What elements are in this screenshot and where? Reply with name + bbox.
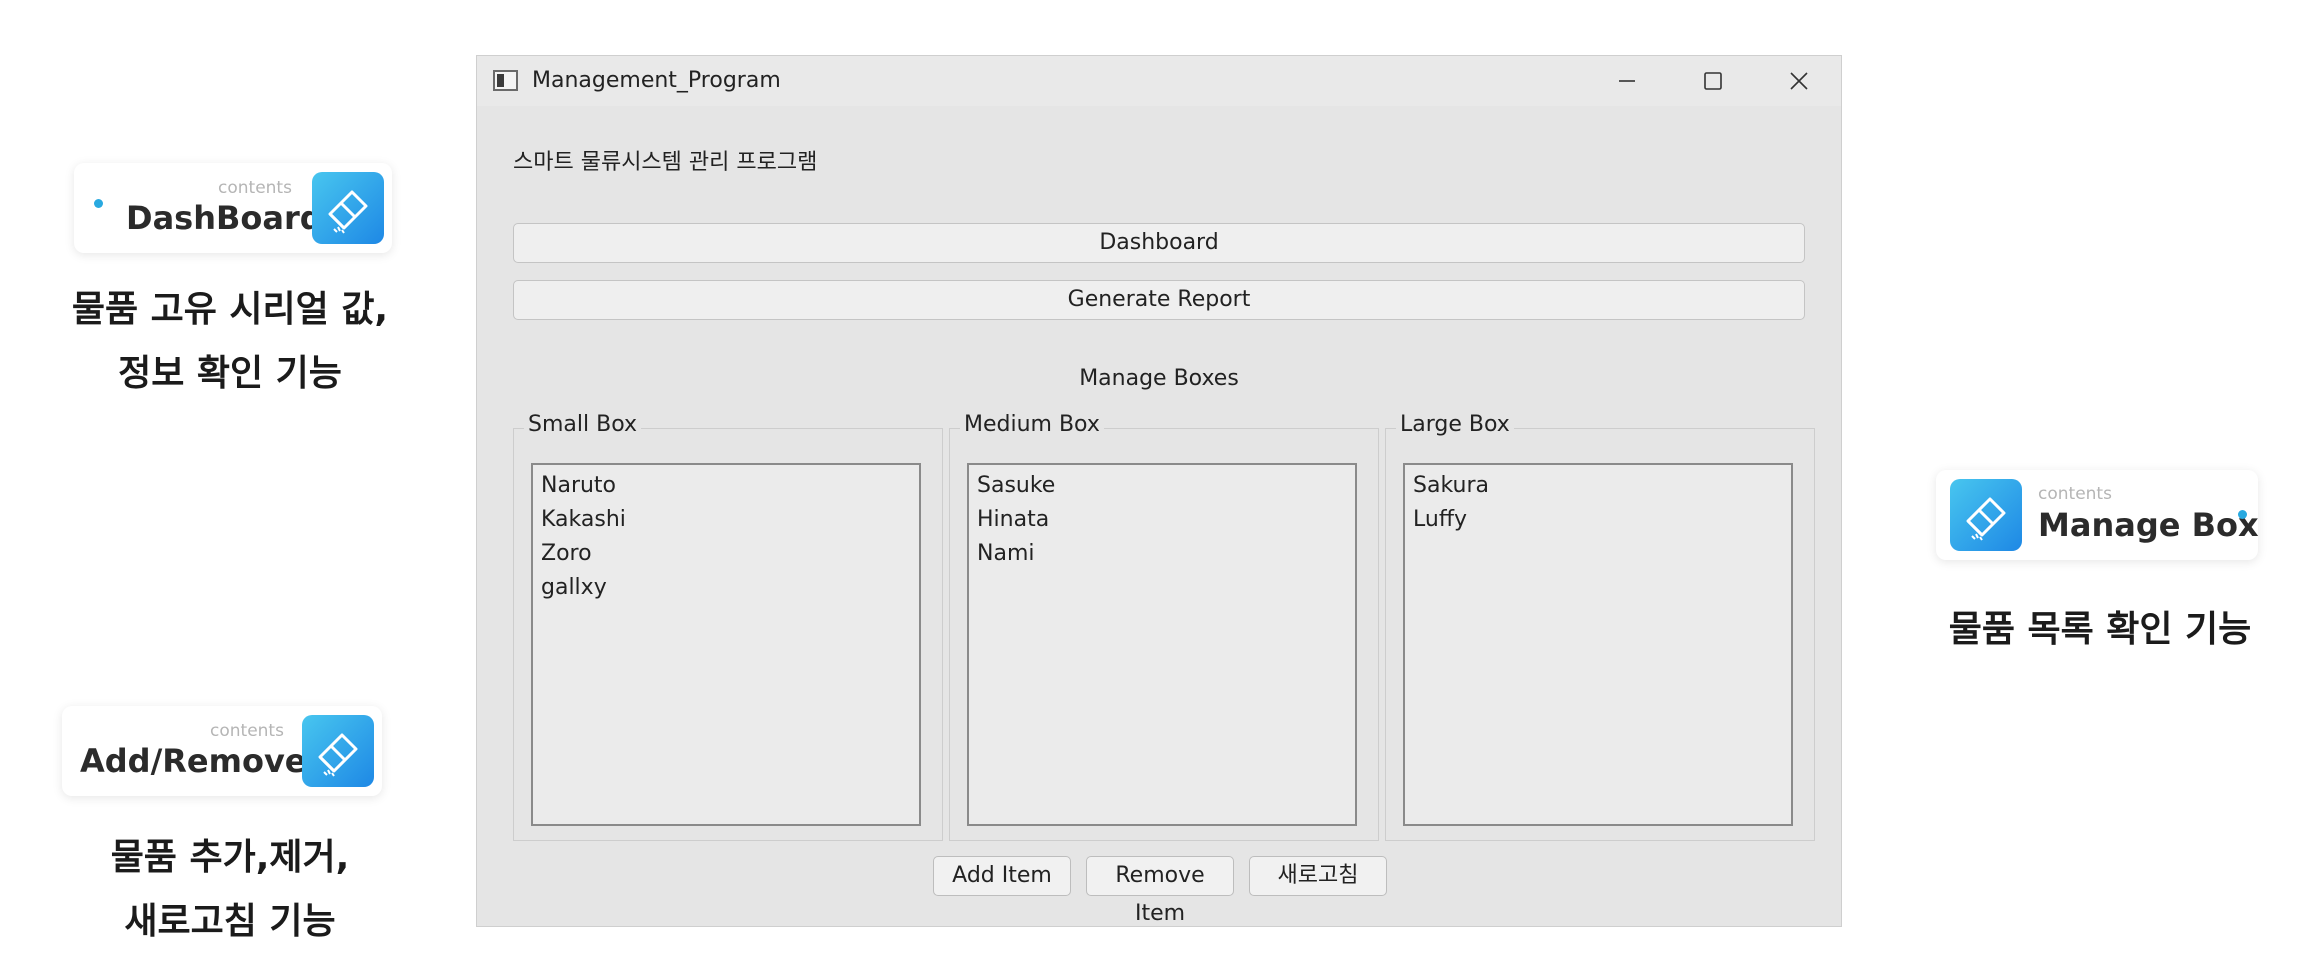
callout-label: Manage Box <box>2038 506 2259 544</box>
list-item[interactable]: Zoro <box>541 537 911 571</box>
minimize-icon <box>1619 80 1635 82</box>
small-box-group: Small Box Naruto Kakashi Zoro gallxy <box>513 412 943 841</box>
list-item[interactable]: Kakashi <box>541 503 911 537</box>
large-box-list[interactable]: Sakura Luffy <box>1403 463 1793 826</box>
management-program-window: Management_Program 스마트 물류시스템 관리 프로그램 Das… <box>476 55 1842 927</box>
minimize-button[interactable] <box>1584 56 1670 106</box>
refresh-button[interactable]: 새로고침 <box>1249 856 1387 896</box>
caption-line: 새로고침 기능 <box>124 901 336 942</box>
list-item[interactable]: Sakura <box>1413 469 1783 503</box>
manage-boxes-label: Manage Boxes <box>1079 366 1239 391</box>
accent-dot <box>2238 510 2247 519</box>
large-box-group: Large Box Sakura Luffy <box>1385 412 1815 841</box>
title-bar[interactable]: Management_Program <box>477 56 1841 106</box>
maximize-icon <box>1704 72 1722 90</box>
small-box-list[interactable]: Naruto Kakashi Zoro gallxy <box>531 463 921 826</box>
close-icon <box>1790 72 1808 90</box>
callout-small-text: contents <box>218 178 292 198</box>
dashboard-caption: 물품 고유 시리얼 값, 정보 확인 기능 <box>40 278 420 406</box>
add-remove-caption: 물품 추가,제거, 새로고침 기능 <box>40 826 420 954</box>
dashboard-callout-badge: contents DashBoard <box>74 163 392 253</box>
close-button[interactable] <box>1756 56 1842 106</box>
medium-box-group: Medium Box Sasuke Hinata Nami <box>949 412 1379 841</box>
app-heading: 스마트 물류시스템 관리 프로그램 <box>513 150 818 175</box>
medium-box-title: Medium Box <box>960 412 1104 437</box>
list-item[interactable]: Naruto <box>541 469 911 503</box>
caption-line: 물품 목록 확인 기능 <box>1948 609 2252 650</box>
small-box-title: Small Box <box>524 412 641 437</box>
medium-box-list[interactable]: Sasuke Hinata Nami <box>967 463 1357 826</box>
add-item-button[interactable]: Add Item <box>933 856 1071 896</box>
window-app-icon <box>493 70 518 91</box>
manage-box-caption: 물품 목록 확인 기능 <box>1900 598 2300 662</box>
caption-line: 물품 고유 시리얼 값, <box>71 289 389 330</box>
caption-line: 정보 확인 기능 <box>118 353 342 394</box>
manage-box-callout-badge: contents Manage Box <box>1936 470 2259 560</box>
large-box-title: Large Box <box>1396 412 1514 437</box>
list-item[interactable]: Luffy <box>1413 503 1783 537</box>
callout-small-text: contents <box>2038 484 2112 504</box>
accent-dot <box>94 199 103 208</box>
generate-report-button[interactable]: Generate Report <box>513 280 1805 320</box>
caption-line: 물품 추가,제거, <box>110 837 350 878</box>
maximize-button[interactable] <box>1670 56 1756 106</box>
window-title: Management_Program <box>532 68 781 93</box>
list-item[interactable]: gallxy <box>541 571 911 605</box>
eraser-icon <box>1950 479 2022 551</box>
eraser-icon <box>312 172 384 244</box>
list-item[interactable]: Hinata <box>977 503 1347 537</box>
dashboard-button[interactable]: Dashboard <box>513 223 1805 263</box>
remove-item-button[interactable]: Remove Item <box>1086 856 1234 926</box>
add-remove-callout-badge: contents Add/Remove <box>62 706 382 796</box>
list-item[interactable]: Sasuke <box>977 469 1347 503</box>
callout-small-text: contents <box>210 721 284 741</box>
callout-label: DashBoard <box>126 199 323 237</box>
list-item[interactable]: Nami <box>977 537 1347 571</box>
eraser-icon <box>302 715 374 787</box>
callout-label: Add/Remove <box>80 742 307 780</box>
